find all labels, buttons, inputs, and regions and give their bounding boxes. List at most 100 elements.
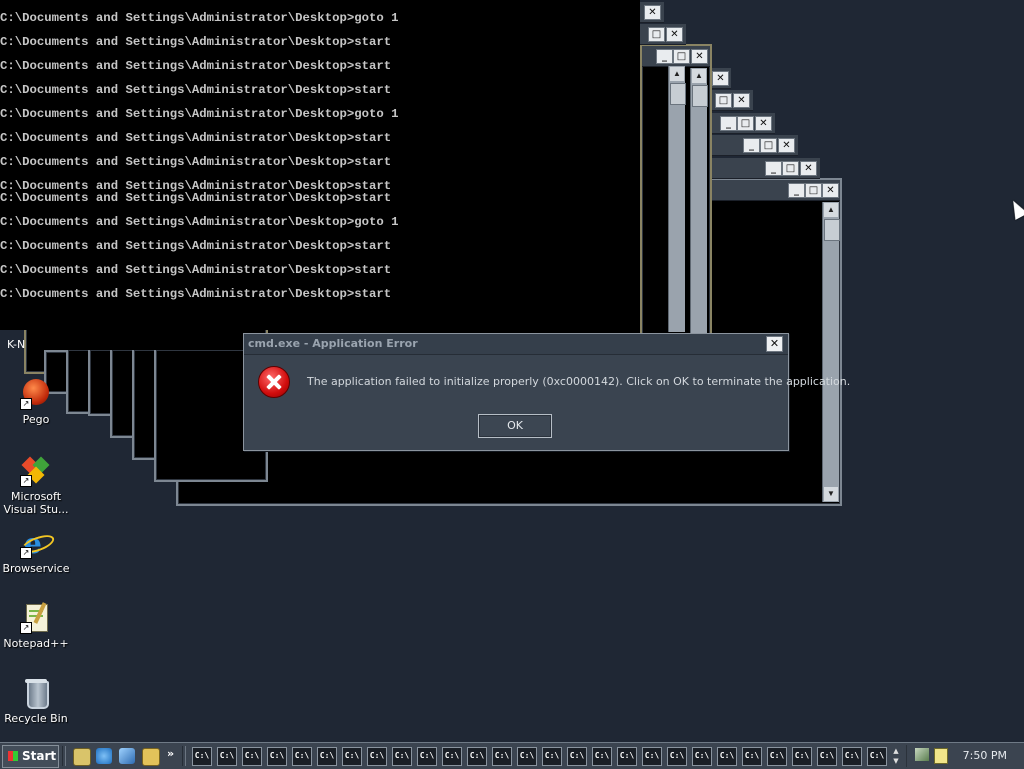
maximize-button[interactable]: □ bbox=[737, 116, 754, 131]
cmd-task-button[interactable]: C:\ bbox=[817, 747, 837, 766]
maximize-button[interactable]: □ bbox=[673, 49, 690, 64]
scroll-up-arrow-icon[interactable]: ▲ bbox=[692, 69, 706, 83]
scrollbar-thumb[interactable] bbox=[824, 219, 840, 241]
internet-explorer-icon[interactable] bbox=[96, 748, 112, 764]
taskbar: Start » C:\ C:\ C:\ C:\ C:\ C:\ C:\ C:\ C:\ C:\ C:… bbox=[0, 742, 1024, 769]
cmd-task-button[interactable]: C:\ bbox=[642, 747, 662, 766]
cmd-task-button[interactable]: C:\ bbox=[317, 747, 337, 766]
close-button[interactable]: ✕ bbox=[712, 71, 729, 86]
taskbar-scroll-arrows[interactable]: ▲ ▼ bbox=[890, 746, 902, 766]
close-button[interactable]: ✕ bbox=[644, 5, 661, 20]
dialog-titlebar[interactable]: cmd.exe - Application Error ✕ bbox=[244, 334, 788, 355]
mouse-cursor-icon bbox=[1007, 197, 1024, 220]
desktop-icon-visual-studio[interactable]: ↗ Microsoft Visual Stu... bbox=[0, 455, 72, 516]
cmd-task-button[interactable]: C:\ bbox=[667, 747, 687, 766]
close-button[interactable]: ✕ bbox=[691, 49, 708, 64]
console-output[interactable]: C:\Documents and Settings\Administrator\… bbox=[0, 0, 640, 330]
clock[interactable]: 7:50 PM bbox=[963, 749, 1007, 762]
cmd-task-button[interactable]: C:\ bbox=[267, 747, 287, 766]
close-button[interactable]: ✕ bbox=[733, 93, 750, 108]
cmd-task-button[interactable]: C:\ bbox=[467, 747, 487, 766]
taskbar-divider bbox=[62, 746, 66, 766]
application-error-dialog[interactable]: cmd.exe - Application Error ✕ The applic… bbox=[243, 333, 850, 451]
cmd-window-titlebar[interactable]: ✕ bbox=[640, 2, 664, 23]
minimize-button[interactable]: _ bbox=[720, 116, 737, 131]
minimize-button[interactable]: _ bbox=[765, 161, 782, 176]
console-line: C:\Documents and Settings\Administrator\… bbox=[0, 107, 399, 121]
cmd-task-button[interactable]: C:\ bbox=[292, 747, 312, 766]
cmd-task-button[interactable]: C:\ bbox=[242, 747, 262, 766]
desktop-icon-label: Recycle Bin bbox=[4, 712, 68, 725]
scrollbar-thumb[interactable] bbox=[692, 85, 708, 107]
cmd-task-button[interactable]: C:\ bbox=[192, 747, 212, 766]
cmd-task-button[interactable]: C:\ bbox=[717, 747, 737, 766]
cmd-task-button[interactable]: C:\ bbox=[567, 747, 587, 766]
minimize-button[interactable]: _ bbox=[743, 138, 760, 153]
shortcut-arrow-icon: ↗ bbox=[20, 547, 32, 559]
maximize-button[interactable]: □ bbox=[715, 93, 732, 108]
cmd-task-button[interactable]: C:\ bbox=[742, 747, 762, 766]
close-button[interactable]: ✕ bbox=[755, 116, 772, 131]
desktop-icon-browservice[interactable]: e ↗ Browservice bbox=[0, 527, 72, 576]
cmd-window-titlebar[interactable]: _ □ ✕ bbox=[710, 113, 775, 134]
cmd-task-button[interactable]: C:\ bbox=[392, 747, 412, 766]
close-button[interactable]: ✕ bbox=[822, 183, 839, 198]
close-button[interactable]: ✕ bbox=[800, 161, 817, 176]
close-button[interactable]: ✕ bbox=[778, 138, 795, 153]
maximize-button[interactable]: □ bbox=[805, 183, 822, 198]
cmd-task-button[interactable]: C:\ bbox=[592, 747, 612, 766]
cmd-task-button[interactable]: C:\ bbox=[617, 747, 637, 766]
start-button[interactable]: Start bbox=[2, 745, 59, 768]
desktop-icon-notepadpp[interactable]: ↗ Notepad++ bbox=[0, 602, 72, 650]
show-desktop-icon[interactable] bbox=[73, 748, 91, 766]
cmd-task-button[interactable]: C:\ bbox=[417, 747, 437, 766]
cmd-task-button[interactable]: C:\ bbox=[217, 747, 237, 766]
tray-app-icon[interactable] bbox=[934, 748, 948, 764]
cmd-task-button[interactable]: C:\ bbox=[767, 747, 787, 766]
scroll-up-arrow-icon[interactable]: ▲ bbox=[670, 67, 684, 81]
scrollbar-thumb[interactable] bbox=[670, 83, 686, 105]
network-icon[interactable] bbox=[119, 748, 135, 764]
ok-button[interactable]: OK bbox=[478, 414, 552, 438]
cmd-task-button[interactable]: C:\ bbox=[867, 747, 887, 766]
quicklaunch-overflow-icon[interactable]: » bbox=[167, 747, 174, 760]
minimize-button[interactable]: _ bbox=[788, 183, 805, 198]
desktop-icon-label: Browservice bbox=[2, 562, 70, 575]
taskbar-divider bbox=[182, 746, 186, 766]
cmd-task-button[interactable]: C:\ bbox=[842, 747, 862, 766]
cmd-window-titlebar[interactable]: □ ✕ bbox=[710, 90, 753, 111]
cmd-task-button[interactable]: C:\ bbox=[367, 747, 387, 766]
scroll-up-arrow-icon[interactable]: ▲ bbox=[824, 203, 838, 217]
maximize-button[interactable]: □ bbox=[760, 138, 777, 153]
cmd-window-titlebar[interactable]: _ □ ✕ bbox=[710, 135, 798, 156]
close-button[interactable]: ✕ bbox=[766, 336, 783, 352]
vertical-scrollbar[interactable]: ▲ bbox=[690, 68, 708, 334]
cmd-task-button[interactable]: C:\ bbox=[542, 747, 562, 766]
cmd-task-button[interactable]: C:\ bbox=[692, 747, 712, 766]
scroll-down-arrow-icon[interactable]: ▼ bbox=[824, 487, 838, 501]
window-titlebar[interactable]: _ □ ✕ bbox=[642, 46, 710, 67]
console-line: C:\Documents and Settings\Administrator\… bbox=[0, 83, 392, 97]
vertical-scrollbar[interactable]: ▲ bbox=[668, 66, 686, 332]
cmd-task-button[interactable]: C:\ bbox=[792, 747, 812, 766]
cmd-task-button[interactable]: C:\ bbox=[342, 747, 362, 766]
desktop-icon-pego[interactable]: ↗ Pego bbox=[0, 378, 72, 426]
internet-explorer-icon: e ↗ bbox=[19, 527, 57, 559]
close-button[interactable]: ✕ bbox=[666, 27, 683, 42]
cmd-window-titlebar[interactable]: □ ✕ bbox=[640, 24, 686, 45]
minimize-button[interactable]: _ bbox=[656, 49, 673, 64]
cmd-task-button[interactable]: C:\ bbox=[492, 747, 512, 766]
maximize-button[interactable]: □ bbox=[782, 161, 799, 176]
pego-icon: ↗ bbox=[20, 378, 52, 410]
maximize-button[interactable]: □ bbox=[648, 27, 665, 42]
desktop-icon-recycle-bin[interactable]: Recycle Bin bbox=[0, 677, 72, 725]
system-tray: 7:50 PM bbox=[906, 745, 1023, 767]
console-line: C:\Documents and Settings\Administrator\… bbox=[0, 59, 392, 73]
cmd-task-button[interactable]: C:\ bbox=[442, 747, 462, 766]
search-folder-icon[interactable] bbox=[142, 748, 160, 766]
cmd-window-titlebar[interactable]: ✕ bbox=[710, 68, 731, 89]
network-status-icon[interactable] bbox=[915, 748, 929, 761]
vertical-scrollbar[interactable]: ▲ ▼ bbox=[822, 202, 840, 502]
cmd-task-button[interactable]: C:\ bbox=[517, 747, 537, 766]
cmd-window-titlebar[interactable]: _ □ ✕ bbox=[710, 158, 820, 179]
